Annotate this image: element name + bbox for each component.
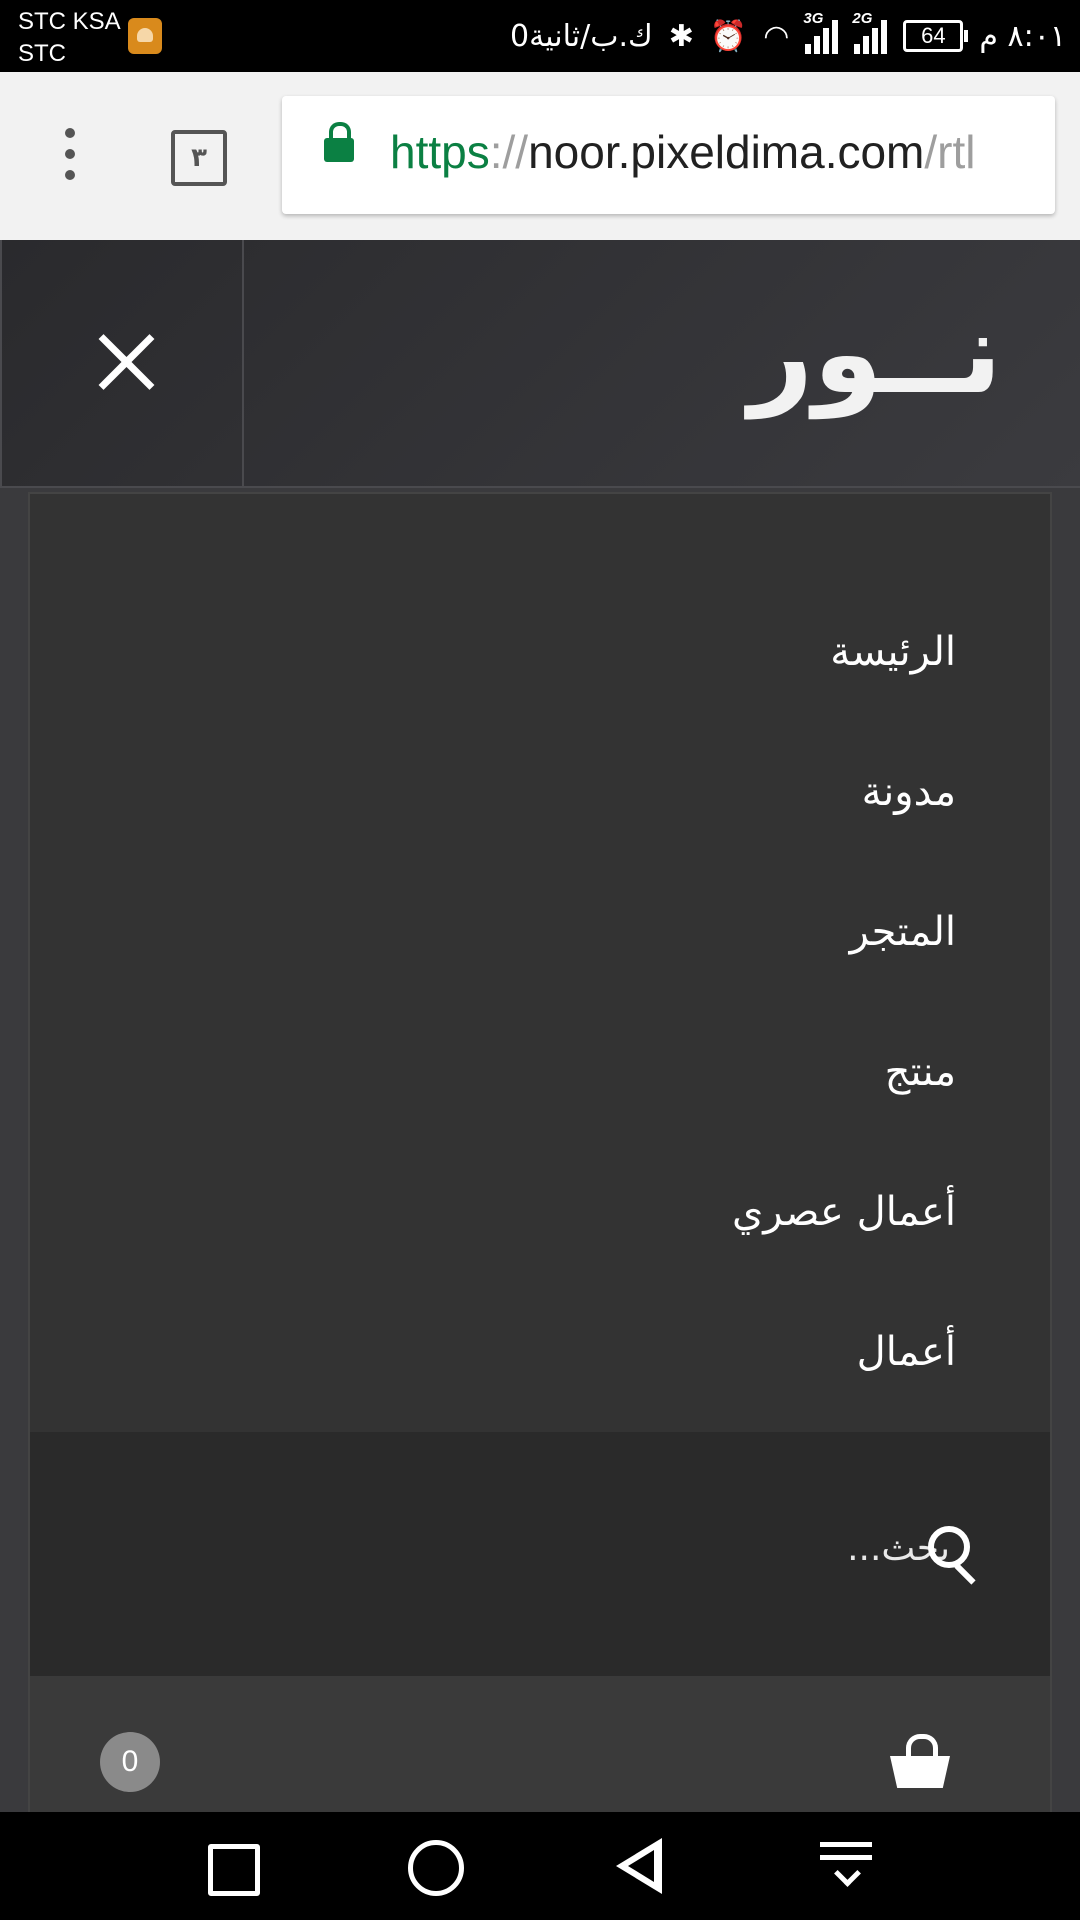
cart-count-badge: 0 — [100, 1732, 160, 1792]
menu-item-home[interactable]: الرئيسة — [732, 624, 956, 764]
recent-apps-icon[interactable] — [208, 1844, 260, 1896]
tab-switcher-button[interactable]: ٣ — [171, 130, 227, 186]
menu-item-shop[interactable]: المتجر — [732, 904, 956, 1044]
close-icon — [96, 332, 156, 392]
url-text[interactable]: https://noor.pixeldima.com/rtl — [390, 124, 976, 180]
url-host: noor.pixeldima.com — [528, 126, 925, 178]
nav-list: الرئيسة مدونة المتجر منتج أعمال عصري أعم… — [732, 624, 956, 1464]
carrier-info: STC KSA STC — [18, 6, 121, 70]
status-bar: STC KSA STC 0ك.ب/ثانية ✱ ⏰ ◠ 3G 2G 64 ٨:… — [0, 0, 1080, 72]
carrier-secondary: STC — [18, 40, 66, 67]
url-path: /rtl — [924, 126, 976, 178]
home-icon[interactable] — [408, 1840, 464, 1896]
site-header: نــور — [0, 240, 1080, 488]
menu-item-product[interactable]: منتج — [732, 1044, 956, 1184]
site-logo[interactable]: نــور — [749, 284, 1002, 424]
battery-indicator: 64 — [903, 20, 969, 52]
carrier-name: STC KSA — [18, 8, 121, 35]
notification-pull-icon[interactable] — [820, 1842, 872, 1894]
lock-icon — [324, 122, 354, 162]
menu-item-blog[interactable]: مدونة — [732, 764, 956, 904]
status-indicators: 0ك.ب/ثانية ✱ ⏰ ◠ 3G 2G 64 ٨:٠١ م — [510, 0, 1066, 72]
wifi-icon: ◠ — [763, 18, 790, 54]
address-bar[interactable]: https://noor.pixeldima.com/rtl — [282, 96, 1055, 214]
data-speed: 0ك.ب/ثانية — [510, 18, 653, 54]
url-separator: :// — [489, 126, 529, 178]
mobile-menu-panel: الرئيسة مدونة المتجر منتج أعمال عصري أعم… — [28, 492, 1052, 1814]
basket-icon[interactable] — [890, 1734, 950, 1790]
cart-row[interactable]: 0 — [30, 1676, 1050, 1814]
search-row[interactable]: بحث... — [30, 1432, 1050, 1676]
health-app-icon — [128, 18, 162, 54]
overflow-menu-icon[interactable] — [58, 128, 82, 184]
back-icon[interactable] — [616, 1838, 666, 1894]
bluetooth-icon: ✱ — [668, 18, 694, 54]
menu-item-modern-works[interactable]: أعمال عصري — [732, 1184, 956, 1324]
close-menu-button[interactable] — [0, 240, 244, 486]
system-nav-bar — [0, 1812, 1080, 1920]
alarm-icon: ⏰ — [709, 18, 748, 54]
signal-2g-icon: 2G — [852, 10, 888, 54]
signal-3g-icon: 3G — [803, 10, 839, 54]
browser-toolbar: ٣ https://noor.pixeldima.com/rtl — [0, 72, 1080, 242]
search-icon[interactable] — [928, 1526, 984, 1582]
clock: ٨:٠١ م — [979, 18, 1066, 54]
url-scheme: https — [390, 126, 490, 178]
